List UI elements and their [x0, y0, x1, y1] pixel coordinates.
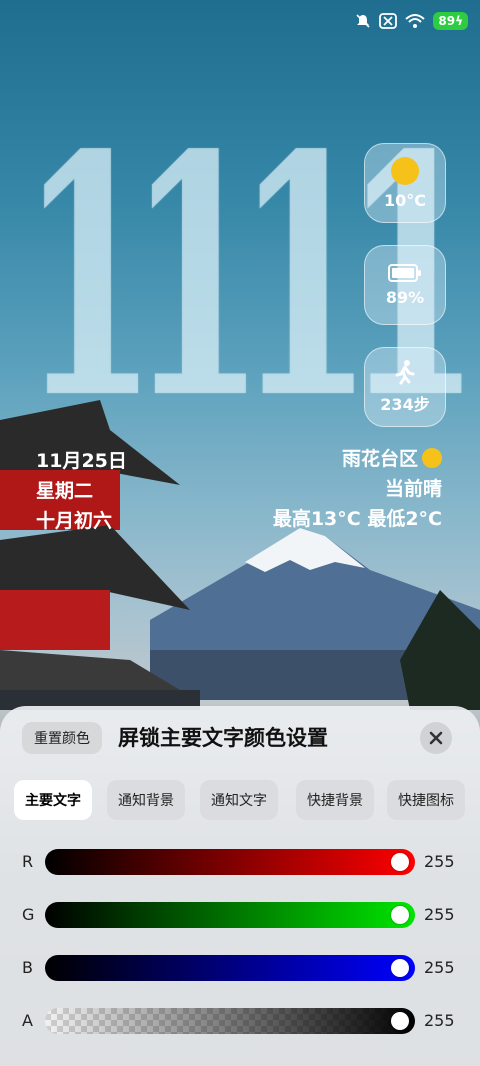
slider-row-red: R 255	[0, 848, 480, 876]
tab-notification-text[interactable]: 通知文字	[200, 780, 278, 820]
setting-tabs: 主要文字 通知背景 通知文字 快捷背景 快捷图标	[14, 780, 474, 820]
slider-row-green: G 255	[0, 901, 480, 929]
slider-row-blue: B 255	[0, 954, 480, 982]
slider-label-g: G	[22, 905, 35, 924]
status-bar: 89ϟ	[355, 10, 468, 32]
battery-widget[interactable]: 89%	[364, 245, 446, 325]
weekday-text: 星期二	[36, 480, 94, 502]
walking-icon	[395, 360, 415, 385]
tab-shortcut-icon[interactable]: 快捷图标	[387, 780, 465, 820]
slider-label-a: A	[22, 1011, 33, 1030]
battery-value: 89	[438, 14, 456, 28]
reset-color-button[interactable]: 重置颜色	[22, 722, 102, 754]
red-slider-thumb[interactable]	[391, 853, 409, 871]
tab-main-text[interactable]: 主要文字	[14, 780, 92, 820]
blue-value: 255	[424, 958, 455, 977]
panel-title: 屏锁主要文字颜色设置	[118, 726, 328, 750]
blue-slider[interactable]	[45, 955, 415, 981]
close-icon	[429, 731, 443, 745]
clock-time: 1111	[20, 83, 480, 471]
weather-temp: 10°C	[383, 190, 426, 210]
alpha-slider[interactable]	[45, 1008, 415, 1034]
sun-icon	[391, 156, 419, 185]
mute-icon	[356, 14, 370, 28]
temperature-range: 最高13°C 最低2°C	[272, 508, 442, 530]
battery-percent: 89%	[385, 287, 425, 307]
lunar-date-text: 十月初六	[36, 510, 113, 532]
green-slider-thumb[interactable]	[391, 906, 409, 924]
alpha-value: 255	[424, 1011, 455, 1030]
no-sim-icon	[379, 13, 398, 29]
slider-label-b: B	[22, 958, 33, 977]
location-text: 雨花台区	[341, 448, 418, 470]
weather-condition: 当前晴	[384, 478, 442, 500]
step-count: 234步	[380, 395, 430, 414]
charging-bolt-icon: ϟ	[455, 14, 463, 28]
tab-shortcut-background[interactable]: 快捷背景	[296, 780, 374, 820]
steps-widget[interactable]: 234步	[364, 347, 446, 427]
weather-info: 雨花台区 当前晴 最高13°C 最低2°C	[273, 444, 442, 534]
wifi-icon	[405, 14, 426, 28]
sun-small-icon	[422, 448, 442, 468]
battery-indicator: 89ϟ	[433, 12, 468, 30]
green-value: 255	[424, 905, 455, 924]
date-info: 11月25日 星期二 十月初六	[36, 446, 127, 536]
green-slider[interactable]	[45, 902, 415, 928]
tab-notification-background[interactable]: 通知背景	[107, 780, 185, 820]
slider-row-alpha: A 255	[0, 1007, 480, 1035]
alpha-slider-thumb[interactable]	[391, 1012, 409, 1030]
red-slider[interactable]	[45, 849, 415, 875]
weather-widget[interactable]: 10°C	[364, 143, 446, 223]
tree-illustration	[400, 590, 480, 710]
slider-label-r: R	[22, 852, 34, 871]
battery-icon	[388, 263, 421, 282]
lockscreen-clock: 1111	[20, 83, 480, 471]
date-text: 11月25日	[36, 450, 127, 472]
red-value: 255	[424, 852, 455, 871]
close-button[interactable]	[420, 722, 452, 754]
blue-slider-thumb[interactable]	[391, 959, 409, 977]
